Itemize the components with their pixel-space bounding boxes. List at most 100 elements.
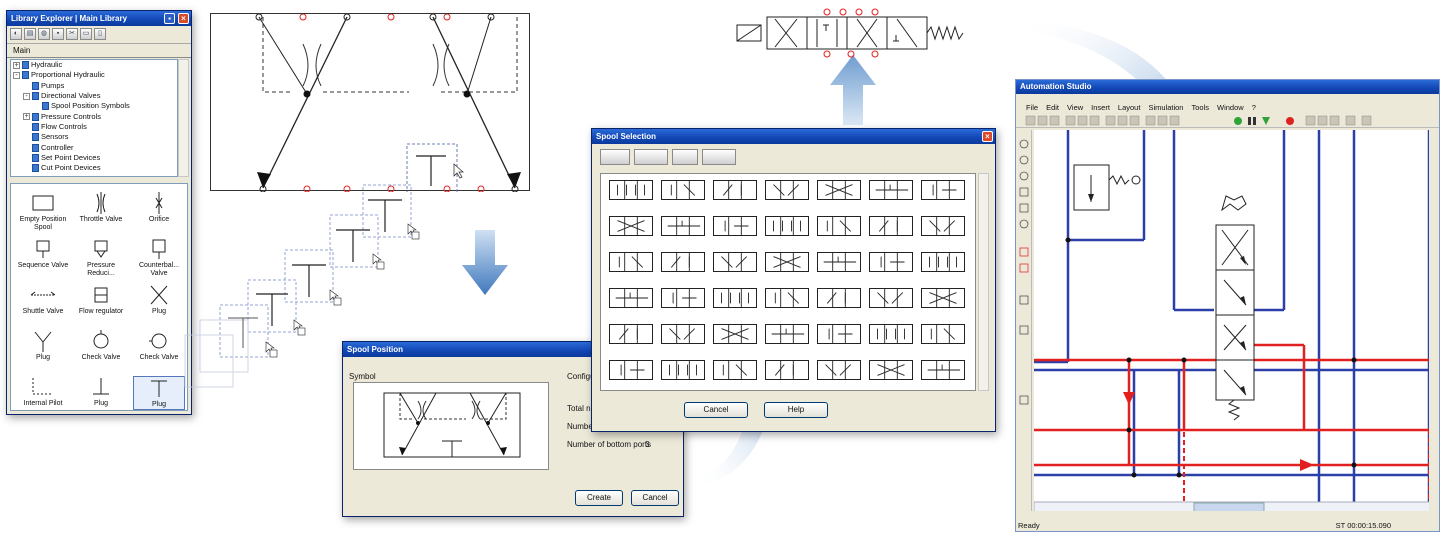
spool-tile[interactable]	[921, 288, 965, 308]
tree-item[interactable]: + Pressure Controls	[11, 111, 177, 121]
tree-item[interactable]: Spool Position Symbols	[11, 101, 177, 111]
save-icon[interactable]: ▪	[52, 28, 64, 40]
tree-item[interactable]: Controller	[11, 142, 177, 152]
spool-tile[interactable]	[609, 216, 653, 236]
palette-item[interactable]: Empty Position Spool	[17, 192, 69, 232]
spool-tile[interactable]	[713, 180, 757, 200]
tree-item[interactable]: Sensors	[11, 132, 177, 142]
spool-tile[interactable]	[713, 324, 757, 344]
tab-five-position[interactable]	[702, 149, 736, 165]
menu-item[interactable]: Insert	[1091, 102, 1110, 113]
palette-item[interactable]: Plug	[17, 330, 69, 362]
spool-tile[interactable]	[869, 360, 913, 380]
spool-tile[interactable]	[869, 288, 913, 308]
help-button[interactable]: Help	[764, 402, 828, 418]
close-icon[interactable]: ×	[982, 131, 993, 142]
tree-expander-icon[interactable]: -	[13, 71, 20, 79]
tree-item[interactable]: Flow Controls	[11, 122, 177, 132]
spool-tile[interactable]	[713, 216, 757, 236]
spool-tile[interactable]	[713, 252, 757, 272]
tree-expander-icon[interactable]: +	[23, 113, 30, 121]
menu-item[interactable]: Simulation	[1148, 102, 1183, 113]
spool-tile[interactable]	[765, 288, 809, 308]
create-button[interactable]: Create	[575, 490, 623, 506]
spool-tile[interactable]	[817, 252, 861, 272]
spool-tile[interactable]	[921, 180, 965, 200]
palette-item[interactable]: Check Valve	[75, 330, 127, 362]
paste-icon[interactable]: ▭	[80, 28, 92, 40]
spool-tile[interactable]	[609, 288, 653, 308]
spool-tile[interactable]	[765, 360, 809, 380]
tree-item[interactable]: Pumps	[11, 81, 177, 91]
tree-expander-icon[interactable]: +	[13, 61, 20, 69]
spool-tile[interactable]	[817, 180, 861, 200]
tree-expander-icon[interactable]: -	[23, 92, 30, 100]
spool-tile[interactable]	[869, 216, 913, 236]
palette-item[interactable]: Counterbal... Valve	[133, 238, 185, 278]
spool-tile[interactable]	[609, 180, 653, 200]
spool-tile[interactable]	[817, 360, 861, 380]
menu-item[interactable]: ?	[1252, 102, 1256, 113]
cancel-button[interactable]: Cancel	[684, 402, 748, 418]
tab-main[interactable]: Main	[7, 44, 191, 58]
spool-tile[interactable]	[661, 216, 705, 236]
spool-tile[interactable]	[661, 360, 705, 380]
spool-tile[interactable]	[921, 216, 965, 236]
library-icon[interactable]: ▤	[24, 28, 36, 40]
tree-item[interactable]: + Hydraulic	[11, 60, 177, 70]
pin-icon[interactable]: ▪	[164, 13, 175, 24]
open-icon[interactable]: ◐	[10, 28, 22, 40]
spool-tile[interactable]	[817, 216, 861, 236]
spool-tile[interactable]	[609, 252, 653, 272]
spool-tile[interactable]	[661, 288, 705, 308]
tab-two-position[interactable]	[600, 149, 630, 165]
spool-tile[interactable]	[661, 180, 705, 200]
spool-tile[interactable]	[713, 360, 757, 380]
spool-tile[interactable]	[661, 324, 705, 344]
close-icon[interactable]: ×	[178, 13, 189, 24]
spool-tile[interactable]	[765, 324, 809, 344]
menu-item[interactable]: Window	[1217, 102, 1244, 113]
spool-tile[interactable]	[765, 180, 809, 200]
tree-item[interactable]: - Directional Valves	[11, 91, 177, 101]
palette-item[interactable]: Throttle Valve	[75, 192, 127, 224]
tree-item[interactable]: Cut Point Devices	[11, 163, 177, 173]
spool-tile[interactable]	[609, 360, 653, 380]
menu-item[interactable]: View	[1067, 102, 1083, 113]
palette-item[interactable]: Shuttle Valve	[17, 284, 69, 316]
palette-item[interactable]: Plug	[75, 376, 127, 408]
tab-three-position[interactable]	[634, 149, 668, 165]
menu-item[interactable]: Edit	[1046, 102, 1059, 113]
palette-item[interactable]: Check Valve	[133, 330, 185, 362]
spool-tile[interactable]	[713, 288, 757, 308]
menu-item[interactable]: Layout	[1118, 102, 1141, 113]
spool-tile[interactable]	[661, 252, 705, 272]
spool-tile[interactable]	[765, 216, 809, 236]
spool-tile[interactable]	[869, 180, 913, 200]
spool-tile[interactable]	[921, 360, 965, 380]
tree-item[interactable]: Set Point Devices	[11, 153, 177, 163]
palette-item[interactable]: Orifice	[133, 192, 185, 224]
cut-icon[interactable]: ✂	[66, 28, 78, 40]
palette-item[interactable]: Plug	[133, 376, 185, 410]
circuit-canvas[interactable]	[1034, 130, 1429, 511]
spool-grid-scrollbar[interactable]	[978, 173, 989, 391]
lock-icon[interactable]: ▯	[94, 28, 106, 40]
spool-tile[interactable]	[817, 288, 861, 308]
cancel-button[interactable]: Cancel	[631, 490, 679, 506]
refresh-icon[interactable]: ◍	[38, 28, 50, 40]
tree-item[interactable]: - Proportional Hydraulic	[11, 70, 177, 80]
menu-item[interactable]: File	[1026, 102, 1038, 113]
spool-tile[interactable]	[765, 252, 809, 272]
spool-tile[interactable]	[869, 324, 913, 344]
spool-tile[interactable]	[921, 252, 965, 272]
spool-tile[interactable]	[869, 252, 913, 272]
menu-item[interactable]: Tools	[1191, 102, 1209, 113]
palette-item[interactable]: Plug	[133, 284, 185, 316]
palette-item[interactable]: Pressure Reduci...	[75, 238, 127, 278]
palette-item[interactable]: Internal Pilot	[17, 376, 69, 408]
palette-item[interactable]: Flow regulator	[75, 284, 127, 316]
spool-tile[interactable]	[921, 324, 965, 344]
spool-tile[interactable]	[817, 324, 861, 344]
tab-four-position[interactable]	[672, 149, 698, 165]
